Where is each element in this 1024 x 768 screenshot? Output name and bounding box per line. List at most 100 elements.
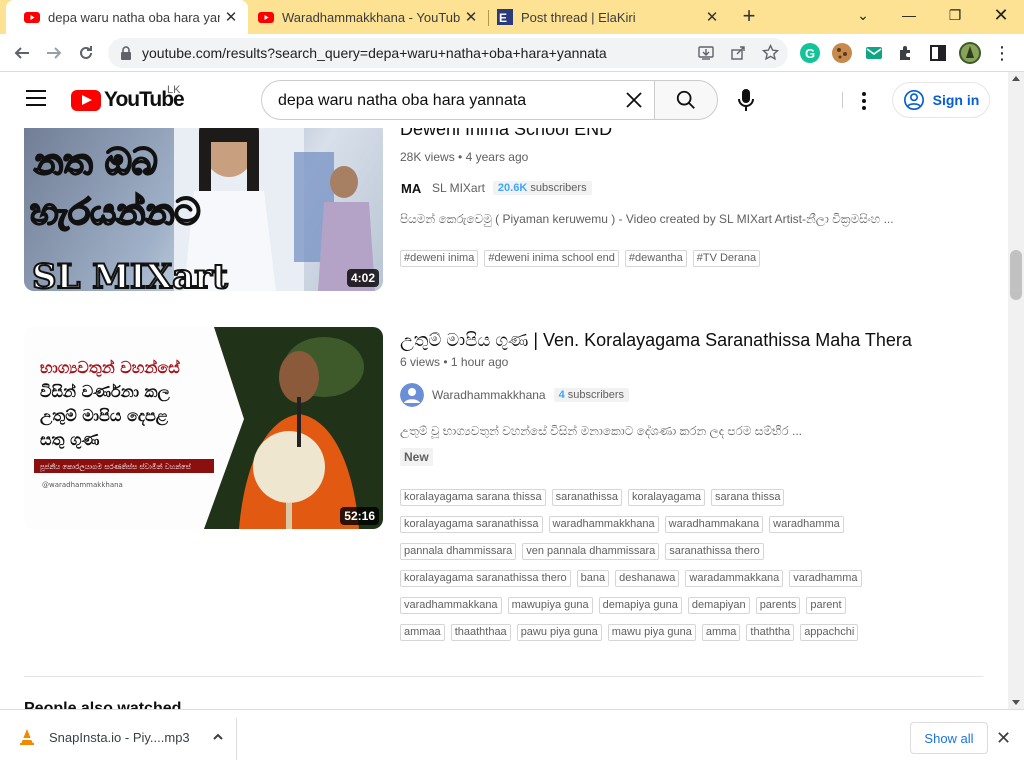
thumbnail-image: නත ඔබ හැරයන්නට SL MIXart — [29, 128, 375, 291]
tag-chip[interactable]: demapiya guna — [598, 597, 682, 614]
tab-waradhammakkhana[interactable]: Waradhammakkhana - YouTube ✕ — [248, 0, 488, 34]
tab-search-chevron-icon[interactable]: ⌄ — [840, 0, 886, 30]
sign-in-button[interactable]: Sign in — [892, 82, 990, 118]
tag-chip[interactable]: koralayagama saranathissa thero — [400, 570, 571, 587]
header-divider — [842, 92, 843, 108]
tag-chip[interactable]: thaththa — [746, 624, 795, 641]
microphone-icon[interactable] — [734, 87, 758, 113]
search-results: නත ඔබ හැරයන්නට SL MIXart 4:02 Deweni Ini… — [0, 128, 1008, 709]
settings-more-icon[interactable] — [855, 90, 873, 112]
mail-extension-icon[interactable] — [864, 43, 884, 63]
tag-chip[interactable]: varadhamma — [789, 570, 862, 587]
scrollbar-thumb[interactable] — [1010, 250, 1022, 300]
reload-icon[interactable] — [74, 41, 98, 65]
search-query-text[interactable]: depa waru natha oba hara yannata — [278, 92, 526, 110]
tag-chip[interactable]: sarana thissa — [711, 489, 785, 506]
clear-search-icon[interactable] — [622, 88, 646, 112]
page-scrollbar[interactable] — [1008, 72, 1024, 709]
channel-info[interactable]: Waradhammakkhana 4 subscribers — [400, 383, 630, 407]
scroll-down-icon[interactable] — [1012, 700, 1020, 705]
address-bar[interactable]: youtube.com/results?search_query=depa+wa… — [108, 38, 788, 68]
tag-chip[interactable]: saranathissa — [551, 489, 622, 506]
video-thumbnail[interactable]: නත ඔබ හැරයන්නට SL MIXart 4:02 — [24, 128, 383, 291]
tag-chip[interactable]: waradhamma — [769, 516, 844, 533]
grammarly-extension-icon[interactable]: G — [800, 43, 820, 63]
tag-chip[interactable]: appachchi — [800, 624, 859, 641]
search-icon — [676, 90, 695, 109]
channel-avatar[interactable] — [400, 383, 424, 407]
upload-age: 4 years ago — [465, 150, 529, 164]
tab-elakiri[interactable]: E Post thread | ElaKiri ✕ — [489, 0, 729, 34]
hashtag[interactable]: #deweni inima — [400, 250, 479, 267]
thumbnail-text-line: විසින් වර්ණනා කල — [40, 382, 171, 403]
forward-icon[interactable] — [42, 41, 66, 65]
download-item[interactable]: SnapInsta.io - Piy....mp3 — [18, 728, 224, 746]
hashtag[interactable]: #dewantha — [624, 250, 687, 267]
tag-chip[interactable]: amma — [701, 624, 741, 641]
tag-chip[interactable]: waradhammakana — [664, 516, 764, 533]
bookmark-star-icon[interactable] — [762, 44, 779, 61]
video-title[interactable]: Deweni Inima School END — [400, 128, 612, 140]
browser-menu-icon[interactable]: ⋮ — [990, 41, 1014, 65]
tag-chip[interactable]: waradammakkana — [685, 570, 784, 587]
tag-chip[interactable]: koralayagama sarana thissa — [400, 489, 546, 506]
tag-chip[interactable]: saranathissa thero — [665, 543, 764, 560]
tag-chip[interactable]: koralayagama saranathissa — [400, 516, 543, 533]
tag-chip[interactable]: parents — [755, 597, 801, 614]
tag-chip[interactable]: parent — [806, 597, 846, 614]
video-description: පියමන් කෙරුවෙමු ( Piyaman keruwemu ) - V… — [400, 212, 894, 226]
tag-chip[interactable]: demapiyan — [687, 597, 750, 614]
share-icon[interactable] — [730, 45, 746, 61]
chevron-up-icon[interactable] — [212, 731, 224, 743]
tab-search-results[interactable]: depa waru natha oba hara yanna ✕ — [6, 0, 248, 34]
hashtag[interactable]: #TV Derana — [692, 250, 761, 267]
extensions-puzzle-icon[interactable] — [896, 43, 916, 63]
tag-chip[interactable]: ammaa — [400, 624, 445, 641]
restore-icon[interactable]: ❐ — [932, 0, 978, 30]
tag-chip[interactable]: mawu piya guna — [607, 624, 696, 641]
menu-hamburger-icon[interactable] — [26, 90, 46, 106]
tag-chip[interactable]: mawupiya guna — [507, 597, 593, 614]
download-file-name[interactable]: SnapInsta.io - Piy....mp3 — [49, 730, 190, 745]
video-title[interactable]: උතුම් මාපිය ගුණ | Ven. Koralayagama Sara… — [400, 330, 912, 351]
url-text[interactable]: youtube.com/results?search_query=depa+wa… — [142, 45, 607, 61]
meta-separator: • — [458, 150, 466, 164]
close-tab-icon[interactable]: ✕ — [220, 8, 242, 26]
show-all-button[interactable]: Show all — [910, 722, 988, 754]
scroll-up-icon[interactable] — [1012, 76, 1020, 81]
video-metadata: 6 views • 1 hour ago — [400, 355, 508, 369]
tag-chip[interactable]: varadhammakkana — [400, 597, 502, 614]
side-panel-icon[interactable] — [928, 43, 948, 63]
new-tab-icon[interactable]: + — [737, 4, 761, 28]
video-metadata: 28K views • 4 years ago — [400, 150, 528, 164]
hashtag[interactable]: #deweni inima school end — [484, 250, 619, 267]
tag-chip[interactable]: thaaththaa — [450, 624, 511, 641]
channel-info[interactable]: MA SL MIXart 20.6K subscribers — [400, 176, 592, 200]
channel-name[interactable]: SL MIXart — [432, 181, 485, 195]
channel-avatar[interactable]: MA — [400, 176, 424, 200]
search-input[interactable]: depa waru natha oba hara yannata — [261, 80, 655, 120]
close-tab-icon[interactable]: ✕ — [701, 8, 723, 26]
tag-chip[interactable]: waradhammakkhana — [548, 516, 659, 533]
channel-name[interactable]: Waradhammakkhana — [432, 388, 546, 402]
close-window-icon[interactable]: ✕ — [978, 0, 1024, 30]
tag-chip[interactable]: ven pannala dhammissara — [522, 543, 660, 560]
tag-chip[interactable]: pawu piya guna — [516, 624, 602, 641]
cookie-extension-icon[interactable] — [832, 43, 852, 63]
minimize-icon[interactable]: — — [886, 0, 932, 30]
video-thumbnail[interactable]: භාග්‍යවතුන් වහන්සේ විසින් වර්ණනා කල උතුම… — [24, 327, 383, 529]
tag-chip[interactable]: deshanawa — [615, 570, 680, 587]
close-tab-icon[interactable]: ✕ — [460, 8, 482, 26]
close-download-bar-icon[interactable]: ✕ — [996, 728, 1011, 749]
tag-chip[interactable]: bana — [576, 570, 610, 587]
install-app-icon[interactable] — [698, 45, 714, 61]
back-icon[interactable] — [10, 41, 34, 65]
thumbnail-text-line: හැරයන්නට — [30, 192, 200, 233]
tag-chip[interactable]: koralayagama — [627, 489, 706, 506]
lock-icon[interactable] — [120, 46, 132, 60]
thumbnail-text-line: @waradhammakkhana — [42, 481, 123, 489]
svg-text:MA: MA — [401, 181, 422, 196]
search-button[interactable] — [654, 80, 718, 120]
profile-avatar[interactable] — [959, 42, 981, 64]
tag-chip[interactable]: pannala dhammissara — [400, 543, 517, 560]
